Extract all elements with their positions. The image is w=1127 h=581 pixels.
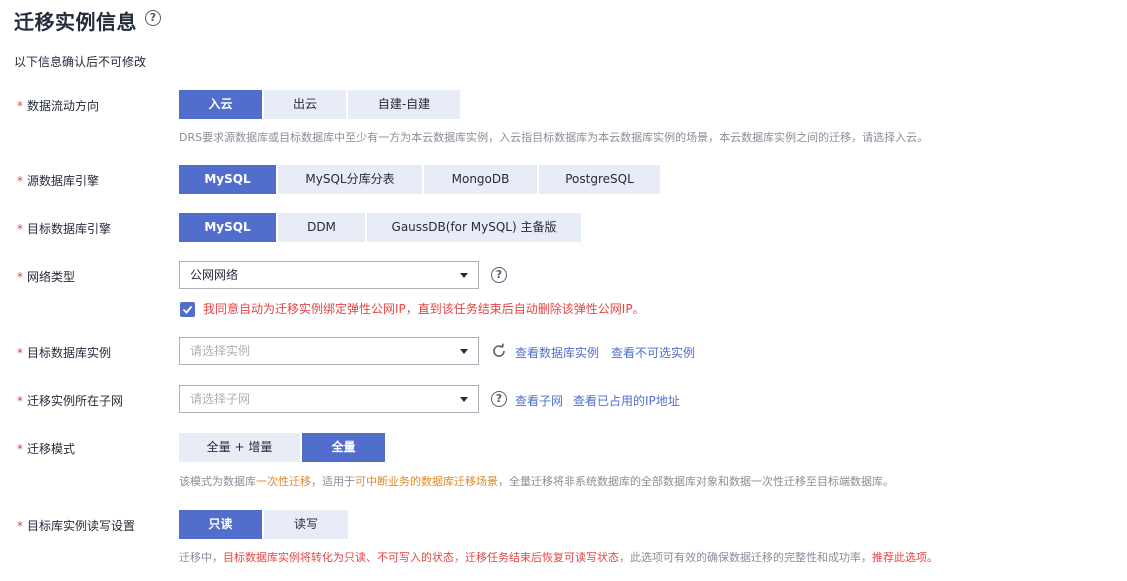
direction-option-self-built[interactable]: 自建-自建	[348, 90, 460, 119]
target-instance-select[interactable]: 请选择实例	[179, 337, 479, 365]
eip-consent-text: 我同意自动为迁移实例绑定弹性公网IP，直到该任务结束后自动删除该弹性公网IP。	[203, 302, 645, 316]
refresh-icon[interactable]	[491, 343, 507, 359]
direction-option-inbound[interactable]: 入云	[179, 90, 262, 119]
subnet-select[interactable]: 请选择子网	[179, 385, 479, 413]
direction-hint: DRS要求源数据库或目标数据库中至少有一方为本云数据库实例，入云指目标数据库为本…	[179, 131, 929, 144]
subnet-label-text: 迁移实例所在子网	[27, 394, 124, 408]
required-mark: *	[17, 394, 23, 408]
view-unselectable-instances-link[interactable]: 查看不可选实例	[611, 344, 695, 361]
source-engine-label-text: 源数据库引擎	[27, 174, 100, 188]
direction-label-text: 数据流动方向	[27, 99, 100, 113]
subnet-help-icon[interactable]: ?	[491, 391, 507, 407]
required-mark: *	[17, 99, 23, 113]
mode-hint: 该模式为数据库一次性迁移，适用于可中断业务的数据库迁移场景，全量迁移将非系统数据…	[179, 473, 894, 489]
subnet-label: * 迁移实例所在子网	[17, 392, 123, 409]
mode-full-incremental[interactable]: 全量 + 增量	[179, 433, 300, 462]
network-label: * 网络类型	[17, 268, 75, 285]
network-label-text: 网络类型	[27, 270, 76, 284]
target-engine-label: * 目标数据库引擎	[17, 220, 111, 237]
required-mark: *	[17, 442, 23, 456]
source-engine-mysql[interactable]: MySQL	[179, 165, 276, 194]
readwrite-readonly[interactable]: 只读	[179, 510, 262, 539]
view-used-ip-link[interactable]: 查看已占用的IP地址	[573, 392, 680, 409]
mode-hint-emphasis: 一次性迁移	[256, 475, 311, 488]
required-mark: *	[17, 174, 23, 188]
source-engine-postgresql[interactable]: PostgreSQL	[539, 165, 660, 194]
readwrite-hint-emphasis: 推荐此选项。	[872, 551, 938, 564]
target-engine-label-text: 目标数据库引擎	[27, 222, 112, 236]
direction-option-outbound[interactable]: 出云	[264, 90, 346, 119]
subnet-placeholder: 请选择子网	[190, 392, 251, 406]
mode-hint-part: ，适用于	[311, 475, 355, 488]
mode-label: * 迁移模式	[17, 440, 75, 457]
eip-consent-checkbox[interactable]	[180, 302, 195, 317]
chevron-down-icon	[460, 349, 468, 354]
source-engine-mongodb[interactable]: MongoDB	[424, 165, 537, 194]
readwrite-hint: 迁移中，目标数据库实例将转化为只读、不可写入的状态，迁移任务结束后恢复可读写状态…	[179, 549, 938, 565]
target-engine-mysql[interactable]: MySQL	[179, 213, 276, 242]
chevron-down-icon	[460, 397, 468, 402]
mode-hint-emphasis: 可中断业务的数据库迁移场景	[355, 475, 498, 488]
target-engine-segmented: MySQL DDM GaussDB(for MySQL) 主备版	[179, 213, 581, 242]
network-help-icon[interactable]: ?	[491, 267, 507, 283]
network-type-select[interactable]: 公网网络	[179, 261, 479, 289]
readwrite-segmented: 只读 读写	[179, 510, 348, 539]
readwrite-readwrite[interactable]: 读写	[264, 510, 348, 539]
readwrite-hint-part: ，此选项可有效的确保数据迁移的完整性和成功率，	[619, 551, 872, 564]
help-icon[interactable]: ?	[145, 10, 161, 26]
mode-hint-part: ，全量迁移将非系统数据库的全部数据库对象和数据一次性迁移至目标端数据库。	[498, 475, 894, 488]
direction-label: * 数据流动方向	[17, 97, 99, 114]
page-subtitle: 以下信息确认后不可修改	[14, 55, 147, 69]
target-instance-placeholder: 请选择实例	[190, 344, 251, 358]
readwrite-hint-part: 迁移中，	[179, 551, 223, 564]
target-engine-ddm[interactable]: DDM	[278, 213, 365, 242]
readwrite-hint-emphasis: 迁移任务结束后恢复可读写状态	[465, 551, 619, 564]
required-mark: *	[17, 270, 23, 284]
readwrite-hint-emphasis: 目标数据库实例将转化为只读、不可写入的状态	[223, 551, 454, 564]
source-engine-segmented: MySQL MySQL分库分表 MongoDB PostgreSQL	[179, 165, 660, 194]
target-engine-gaussdb[interactable]: GaussDB(for MySQL) 主备版	[367, 213, 581, 242]
view-subnet-link[interactable]: 查看子网	[515, 392, 563, 409]
required-mark: *	[17, 346, 23, 360]
required-mark: *	[17, 519, 23, 533]
direction-segmented: 入云 出云 自建-自建	[179, 90, 460, 119]
network-type-value: 公网网络	[190, 268, 239, 282]
required-mark: *	[17, 222, 23, 236]
source-engine-mysql-sharding[interactable]: MySQL分库分表	[278, 165, 422, 194]
target-instance-label-text: 目标数据库实例	[27, 346, 112, 360]
mode-segmented: 全量 + 增量 全量	[179, 433, 385, 462]
page-title: 迁移实例信息	[14, 10, 137, 34]
mode-hint-part: 该模式为数据库	[179, 475, 256, 488]
source-engine-label: * 源数据库引擎	[17, 172, 99, 189]
checkmark-icon	[182, 305, 193, 314]
view-db-instances-link[interactable]: 查看数据库实例	[515, 344, 599, 361]
chevron-down-icon	[460, 273, 468, 278]
readwrite-label: * 目标库实例读写设置	[17, 517, 135, 534]
readwrite-label-text: 目标库实例读写设置	[27, 519, 136, 533]
readwrite-hint-part: ，	[454, 551, 465, 564]
target-instance-label: * 目标数据库实例	[17, 344, 111, 361]
mode-label-text: 迁移模式	[27, 442, 76, 456]
mode-full[interactable]: 全量	[302, 433, 385, 462]
